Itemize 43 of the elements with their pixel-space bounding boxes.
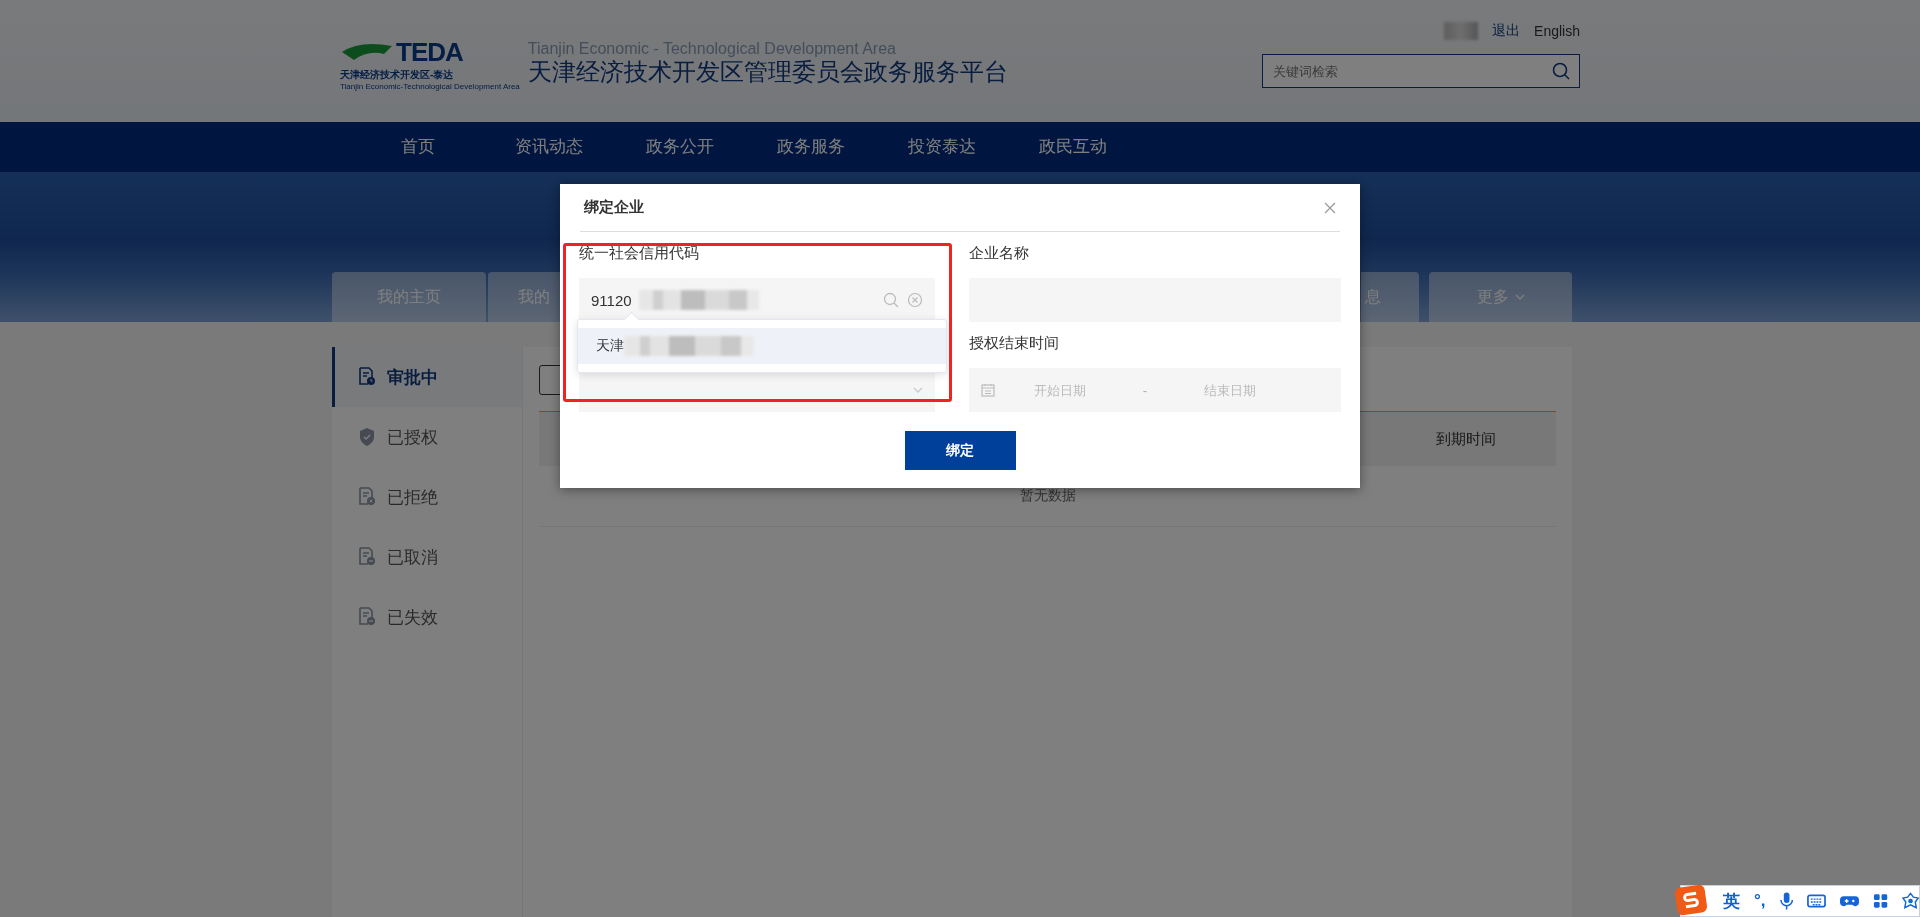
logout-link[interactable]: 退出: [1492, 22, 1521, 40]
punctuation-toggle[interactable]: °,: [1754, 891, 1766, 911]
logo-subtitle: Tianjin Economic-Technological Development Area: [340, 82, 520, 91]
search-icon[interactable]: [1552, 62, 1570, 80]
sidebar-item[interactable]: 审批中: [332, 347, 522, 407]
caret-icon: [1514, 294, 1525, 300]
shield-icon: [357, 427, 377, 447]
calendar-icon: [981, 383, 995, 397]
logo-mark: TEDA: [396, 37, 463, 68]
close-button[interactable]: [1324, 201, 1336, 214]
sidebar-item[interactable]: 已失效: [332, 587, 522, 647]
suggestion-option[interactable]: 天津: [578, 328, 946, 364]
sidebar-item[interactable]: 已授权: [332, 407, 522, 467]
nav-link[interactable]: 政务公开: [614, 122, 745, 172]
site-title: 天津经济技术开发区管理委员会政务服务平台: [527, 57, 1008, 87]
input-mode-toggle[interactable]: 英: [1723, 889, 1740, 913]
search-field[interactable]: 关键词检索: [1262, 54, 1580, 88]
document-minus-icon: [357, 607, 377, 627]
field-label: 授权结束时间: [969, 334, 1060, 353]
document-cross-icon: [357, 487, 377, 507]
field-label: 统一社会信用代码: [579, 244, 700, 263]
nav-link[interactable]: 政民互动: [1007, 122, 1138, 172]
dialog-title: 绑定企业: [584, 198, 644, 217]
date-separator: -: [1141, 382, 1149, 398]
caret-icon: [913, 387, 923, 393]
keyboard-icon[interactable]: [1806, 893, 1826, 909]
bind-button[interactable]: 绑定: [904, 431, 1016, 470]
language-link[interactable]: English: [1534, 23, 1580, 39]
nav-link[interactable]: 投资泰达: [876, 122, 1007, 172]
nav-link[interactable]: 首页: [352, 122, 483, 172]
sidebar-item[interactable]: 已拒绝: [332, 467, 522, 527]
grid-icon[interactable]: [1872, 893, 1888, 909]
user-name-redacted: [1444, 22, 1479, 40]
column-header: 到期时间: [1435, 429, 1497, 449]
field-label: 企业名称: [969, 244, 1030, 263]
nav-link[interactable]: 资讯动态: [483, 122, 614, 172]
logo-subtitle: 天津经济技术开发区-泰达: [340, 68, 454, 82]
gamepad-icon[interactable]: [1839, 893, 1859, 909]
document-minus-icon: [357, 547, 377, 567]
microphone-icon[interactable]: [1779, 891, 1793, 911]
document-clock-icon: [357, 367, 377, 387]
sidebar-item[interactable]: 已取消: [332, 527, 522, 587]
nav-link[interactable]: 政务服务: [745, 122, 876, 172]
